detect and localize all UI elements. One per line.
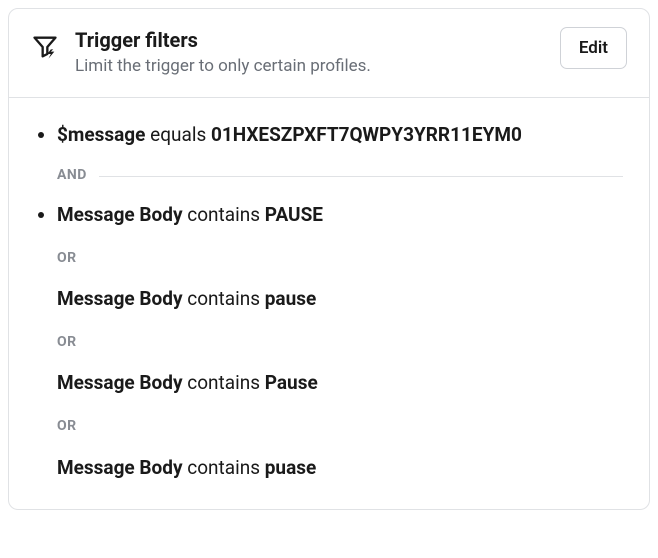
filter-operator: contains [187,371,260,394]
connector-label: OR [57,417,77,437]
card-header: Trigger filters Limit the trigger to onl… [9,9,649,98]
card-body: $message equals 01HXESZPXFT7QWPY3YRR11EY… [9,98,649,509]
filter-condition: Message Body contains Pause [57,370,623,397]
filter-operator: contains [187,287,260,310]
connector-and: AND [57,166,623,186]
header-text: Trigger filters Limit the trigger to onl… [75,27,544,79]
filter-condition: Message Body contains PAUSE [57,202,623,229]
connector-label: OR [57,249,77,269]
connector-label: OR [57,333,77,353]
filter-condition: $message equals 01HXESZPXFT7QWPY3YRR11EY… [57,122,623,149]
filter-value: puase [265,456,317,479]
filter-value: 01HXESZPXFT7QWPY3YRR11EYM0 [211,123,522,146]
filter-condition: Message Body contains puase [57,455,623,482]
filter-field: $message [57,123,145,146]
edit-button[interactable]: Edit [560,27,627,69]
filter-group-1: $message equals 01HXESZPXFT7QWPY3YRR11EY… [57,122,623,186]
connector-or: OR [57,249,623,269]
filter-condition: Message Body contains pause [57,286,623,313]
filter-field: Message Body [57,371,183,394]
filter-operator: equals [150,123,206,146]
connector-or: OR [57,333,623,353]
filter-operator: contains [187,456,260,479]
filter-bolt-icon [31,33,59,61]
connector-label: AND [57,166,87,186]
filter-value: PAUSE [265,203,323,226]
trigger-filters-card: Trigger filters Limit the trigger to onl… [8,8,650,510]
card-title: Trigger filters [75,27,544,53]
filter-value: pause [265,287,317,310]
connector-or: OR [57,417,623,437]
filter-list: $message equals 01HXESZPXFT7QWPY3YRR11EY… [35,122,623,481]
filter-value: Pause [265,371,318,394]
filter-field: Message Body [57,203,183,226]
card-subtitle: Limit the trigger to only certain profil… [75,55,544,79]
connector-line [99,176,623,177]
filter-group-2: Message Body contains PAUSE OR Message B… [57,202,623,481]
filter-operator: contains [187,203,260,226]
filter-field: Message Body [57,456,183,479]
filter-field: Message Body [57,287,183,310]
